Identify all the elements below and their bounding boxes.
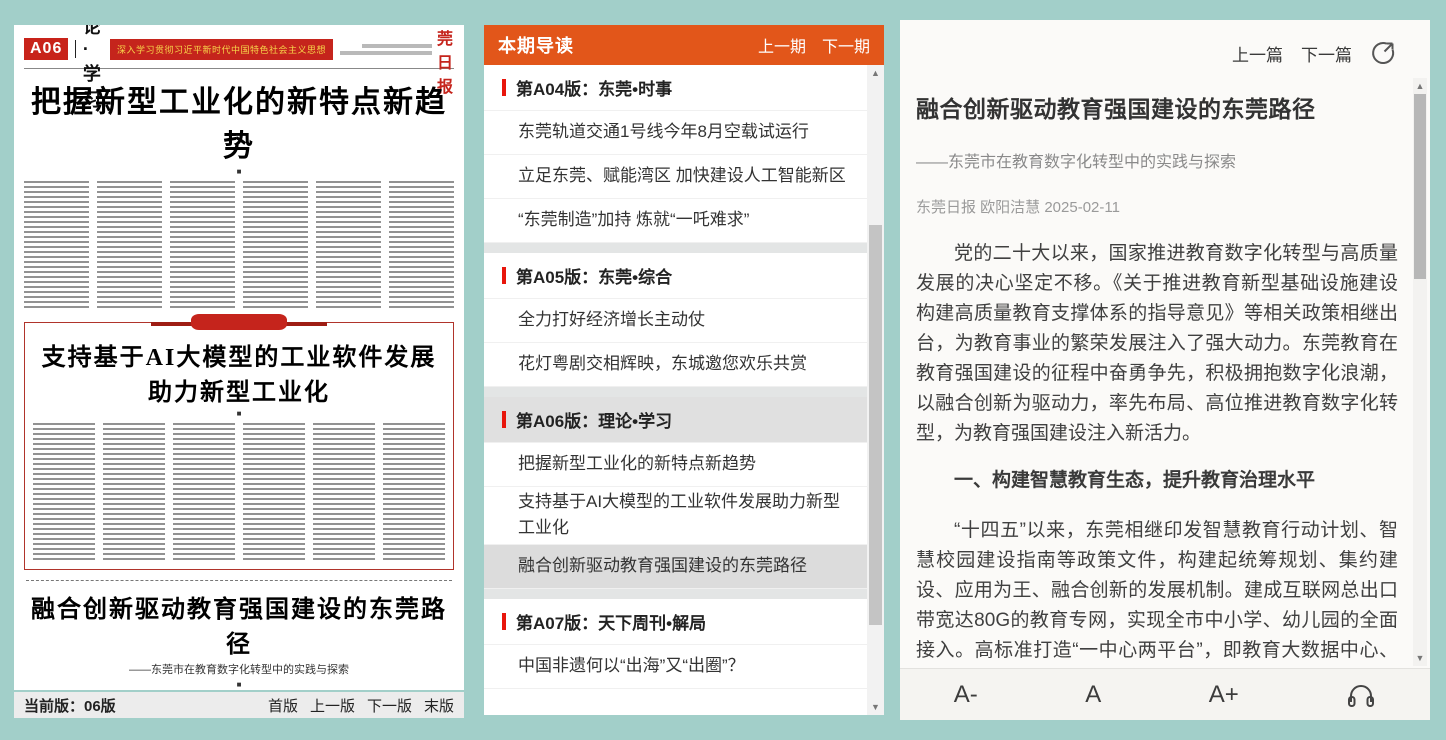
newspaper-headline-2[interactable]: 支持基于AI大模型的工业软件发展助力新型工业化 (33, 337, 445, 407)
red-bar-icon (502, 267, 506, 284)
toc-section-label: 第A05版：东莞•综合 (516, 263, 672, 288)
scroll-down-icon[interactable]: ▼ (1413, 653, 1427, 663)
reader-panel: 上一篇 下一篇 融合创新驱动教育强国建设的东莞路径 ——东莞市在教育数字化转型中… (900, 20, 1430, 720)
font-smaller-button[interactable]: A- (954, 681, 978, 709)
red-bar-icon (502, 411, 506, 428)
toc-item[interactable]: 把握新型工业化的新特点新趋势 (484, 443, 867, 487)
issue-nav: 上一期 下一期 (758, 33, 870, 57)
article-section-heading: 一、构建智慧教育生态，提升教育治理水平 (916, 465, 1398, 492)
toc-title: 本期导读 (498, 32, 574, 58)
prev-issue-link[interactable]: 上一期 (758, 33, 806, 57)
red-bar-icon (502, 79, 506, 96)
font-larger-button[interactable]: A+ (1209, 681, 1239, 709)
newspaper-page-preview: A06 理论·学习 深入学习贯彻习近平新时代中国特色社会主义思想 东莞日报 把握… (14, 25, 464, 690)
headphones-icon[interactable] (1346, 681, 1376, 708)
toc-panel: 本期导读 上一期 下一期 第A04版：东莞•时事 东莞轨道交通1号线今年8月空载… (484, 25, 884, 715)
toc-item[interactable]: 全力打好经济增长主动仗 (484, 299, 867, 343)
headline-3-subtitle: ——东莞市在教育数字化转型中的实践与探索 (24, 661, 454, 677)
toc-section-label: 第A06版：理论•学习 (516, 407, 672, 432)
scroll-down-icon[interactable]: ▼ (867, 702, 884, 712)
red-bar-icon (502, 613, 506, 630)
article-1-body-columns (24, 181, 454, 309)
reader-scrollbar[interactable]: ▲ ▼ (1413, 78, 1427, 666)
prev-article-link[interactable]: 上一篇 (1232, 41, 1283, 66)
article-paragraph: 党的二十大以来，国家推进教育数字化转型与高质量发展的决心坚定不移。《关于推进教育… (916, 239, 1398, 449)
last-page-link[interactable]: 末版 (424, 695, 454, 716)
toc-item[interactable]: “东莞制造”加持 炼就“一吒难求” (484, 199, 867, 243)
toc-item-selected[interactable]: 融合创新驱动教育强国建设的东莞路径 (484, 545, 867, 589)
toc-section-label: 第A04版：东莞•时事 (516, 75, 672, 100)
article-byline: 东莞日报 欧阳洁慧 2025-02-11 (916, 196, 1398, 217)
page-nav-footer: 当前版：06版 首版 上一版 下一版 末版 (14, 692, 464, 718)
toc-item[interactable]: 支持基于AI大模型的工业软件发展助力新型工业化 (484, 487, 867, 545)
toc-item[interactable]: 立足东莞、赋能湾区 加快建设人工智能新区 (484, 155, 867, 199)
article-2-body-columns (33, 423, 445, 561)
toc-header: 本期导读 上一期 下一期 (484, 25, 884, 65)
font-reset-button[interactable]: A (1085, 681, 1101, 709)
article-content: 融合创新驱动教育强国建设的东莞路径 ——东莞市在教育数字化转型中的实践与探索 东… (916, 80, 1398, 668)
scroll-up-icon[interactable]: ▲ (867, 68, 884, 78)
newspaper-masthead: A06 理论·学习 深入学习贯彻习近平新时代中国特色社会主义思想 东莞日报 (24, 33, 454, 65)
toc-section-header-a07: 第A07版：天下周刊•解局 (484, 599, 867, 645)
toc-section-header-a05: 第A05版：东莞•综合 (484, 253, 867, 299)
scrollbar-thumb[interactable] (1414, 94, 1426, 279)
article-nav: 上一篇 下一篇 (1232, 40, 1396, 66)
article-2-bordered-box: 支持基于AI大模型的工业软件发展助力新型工业化 ■ (24, 322, 454, 570)
toc-section-label: 第A07版：天下周刊•解局 (516, 609, 706, 634)
scrollbar-thumb[interactable] (869, 225, 882, 625)
page-nav-links: 首版 上一版 下一版 末版 (268, 695, 454, 716)
toc-item[interactable]: 花灯粤剧交相辉映，东城邀您欢乐共赏 (484, 343, 867, 387)
toc-list: 第A04版：东莞•时事 东莞轨道交通1号线今年8月空载试运行 立足东莞、赋能湾区… (484, 65, 867, 715)
first-page-link[interactable]: 首版 (268, 695, 298, 716)
article-divider (26, 580, 452, 581)
article-paragraph: “十四五”以来，东莞相继印发智慧教育行动计划、智慧校园建设指南等政策文件，构建起… (916, 516, 1398, 668)
scroll-up-icon[interactable]: ▲ (1413, 81, 1427, 91)
reader-toolbar: A- A A+ (900, 668, 1430, 720)
next-issue-link[interactable]: 下一期 (822, 33, 870, 57)
share-icon[interactable] (1370, 40, 1396, 66)
toc-section-header-a04: 第A04版：东莞•时事 (484, 65, 867, 111)
article-subtitle: ——东莞市在教育数字化转型中的实践与探索 (916, 148, 1398, 172)
ribbon-badge (191, 314, 287, 330)
toc-item[interactable]: 东莞轨道交通1号线今年8月空载试运行 (484, 111, 867, 155)
next-article-link[interactable]: 下一篇 (1301, 41, 1352, 66)
newspaper-headline-1[interactable]: 把握新型工业化的新特点新趋势 (24, 77, 454, 165)
prev-page-link[interactable]: 上一版 (310, 695, 355, 716)
toc-section-header-a06: 第A06版：理论•学习 (484, 397, 867, 443)
next-page-link[interactable]: 下一版 (367, 695, 412, 716)
page-number-badge: A06 (24, 38, 68, 60)
article-title: 融合创新驱动教育强国建设的东莞路径 (916, 90, 1398, 124)
masthead-slogan-banner: 深入学习贯彻习近平新时代中国特色社会主义思想 (110, 39, 333, 60)
toc-item[interactable]: 中国非遗何以“出海”又“出圈”？ (484, 645, 867, 689)
masthead-date-lines (340, 44, 432, 55)
headline-2-author-marker: ■ (33, 409, 445, 418)
newspaper-headline-3[interactable]: 融合创新驱动教育强国建设的东莞路径 (24, 589, 454, 659)
headline-1-author-marker: ■ (24, 167, 454, 176)
toc-scrollbar[interactable]: ▲ ▼ (867, 65, 884, 715)
section-gap (484, 589, 867, 599)
headline-3-author-marker: ■ (24, 680, 454, 689)
current-page-label: 当前版：06版 (24, 695, 116, 716)
section-gap (484, 387, 867, 397)
section-gap (484, 243, 867, 253)
